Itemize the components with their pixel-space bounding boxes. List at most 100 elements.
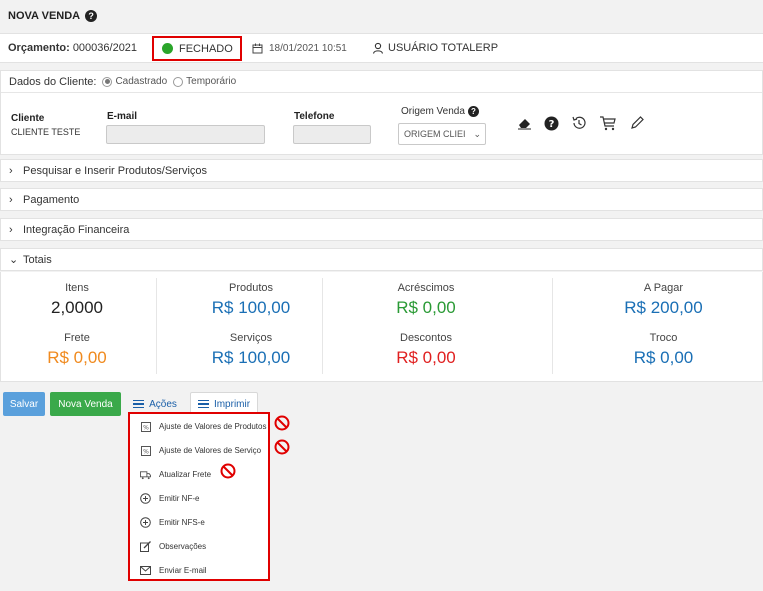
section-pagamento[interactable]: › Pagamento xyxy=(0,188,763,211)
prohibited-icon xyxy=(274,415,290,431)
divider xyxy=(322,278,323,374)
radio-temporario[interactable]: Temporário xyxy=(173,76,236,87)
prohibited-icon xyxy=(220,463,236,479)
orcamento-date: 18/01/2021 10:51 xyxy=(252,43,347,54)
orcamento-bar: Orçamento: 000036/2021 FECHADO 18/01/202… xyxy=(0,33,763,63)
date-text: 18/01/2021 10:51 xyxy=(269,43,347,54)
origem-venda-select[interactable]: ORIGEM CLIEI ⌄ xyxy=(398,123,486,145)
total-frete: Frete R$ 0,00 xyxy=(29,332,125,368)
chevron-right-icon: › xyxy=(9,223,13,236)
menu-item-label: Emitir NFS-e xyxy=(159,518,205,527)
help-icon[interactable]: ? xyxy=(85,10,98,22)
radio-cadastrado[interactable]: Cadastrado xyxy=(102,76,167,87)
telefone-field[interactable] xyxy=(293,125,371,144)
origem-label: Origem Venda ? xyxy=(401,106,479,117)
client-section-label: Dados do Cliente: xyxy=(9,75,97,88)
svg-text:?: ? xyxy=(549,119,555,130)
total-a-pagar: A Pagar R$ 200,00 xyxy=(601,282,726,318)
chevron-down-icon: ⌄ xyxy=(473,129,481,139)
print-label: Imprimir xyxy=(213,398,251,410)
page-header: NOVA VENDA ? xyxy=(0,0,763,32)
section-label: Integração Financeira xyxy=(23,223,130,236)
total-value: R$ 200,00 xyxy=(624,298,703,317)
cliente-label: Cliente xyxy=(11,113,45,124)
menu-item-emitir-nfe[interactable]: Emitir NF-e xyxy=(140,493,199,504)
envelope-icon xyxy=(140,565,151,576)
total-value: R$ 0,00 xyxy=(633,348,694,367)
totals-panel: Itens 2,0000 Produtos R$ 100,00 Acréscim… xyxy=(0,272,763,382)
section-label: Pagamento xyxy=(23,193,80,206)
user-info: USUÁRIO TOTALERP xyxy=(372,42,498,54)
total-value: R$ 100,00 xyxy=(211,298,291,317)
section-totais[interactable]: ⌄ Totais xyxy=(0,248,763,271)
email-label: E-mail xyxy=(107,111,138,122)
menu-item-ajuste-servico[interactable]: % Ajuste de Valores de Serviço xyxy=(140,445,261,456)
status-badge: FECHADO xyxy=(152,36,242,61)
section-label: Totais xyxy=(23,253,52,266)
actions-label: Ações xyxy=(149,398,177,410)
svg-text:%: % xyxy=(143,448,149,455)
divider xyxy=(552,278,553,374)
help-circle-icon[interactable]: ? xyxy=(544,116,559,131)
radio-temporario-label: Temporário xyxy=(186,76,237,87)
total-servicos: Serviços R$ 100,00 xyxy=(196,332,306,368)
menu-icon xyxy=(133,399,145,409)
total-acrescimos: Acréscimos R$ 0,00 xyxy=(371,282,481,318)
total-label: Acréscimos xyxy=(397,282,455,294)
chevron-right-icon: › xyxy=(9,164,13,177)
calendar-icon xyxy=(252,43,263,54)
cliente-value[interactable]: CLIENTE TESTE xyxy=(11,127,80,137)
prohibited-icon xyxy=(274,439,290,455)
menu-item-ajuste-produtos[interactable]: % Ajuste de Valores de Produtos xyxy=(140,421,266,432)
new-sale-button[interactable]: Nova Venda xyxy=(50,392,121,416)
total-label: Itens xyxy=(65,282,89,294)
section-integracao-financeira[interactable]: › Integração Financeira xyxy=(0,218,763,241)
total-label: Troco xyxy=(649,332,678,344)
section-pesquisar-produtos[interactable]: › Pesquisar e Inserir Produtos/Serviços xyxy=(0,159,763,182)
cart-icon[interactable] xyxy=(599,115,617,131)
menu-item-atualizar-frete[interactable]: Atualizar Frete xyxy=(140,469,211,480)
edit-icon xyxy=(140,541,151,552)
total-value: R$ 0,00 xyxy=(396,298,456,317)
total-value: R$ 0,00 xyxy=(396,348,456,367)
total-label: Descontos xyxy=(400,332,452,344)
menu-item-label: Atualizar Frete xyxy=(159,470,212,479)
client-toolbar: ? xyxy=(517,115,645,131)
menu-icon xyxy=(197,399,209,409)
orcamento-label: Orçamento: xyxy=(8,42,70,54)
menu-item-emitir-nfse[interactable]: Emitir NFS-e xyxy=(140,517,205,528)
radio-unselected-icon xyxy=(173,76,184,87)
menu-item-label: Ajuste de Valores de Serviço xyxy=(159,446,262,455)
percent-icon: % xyxy=(140,421,151,432)
menu-item-label: Emitir NF-e xyxy=(159,494,200,503)
save-button[interactable]: Salvar xyxy=(3,392,45,416)
menu-item-label: Ajuste de Valores de Produtos xyxy=(159,422,267,431)
total-label: Produtos xyxy=(228,282,274,294)
email-field[interactable] xyxy=(106,125,265,144)
menu-item-label: Observações xyxy=(159,542,207,551)
radio-cadastrado-label: Cadastrado xyxy=(115,76,168,87)
eraser-icon[interactable] xyxy=(517,116,532,130)
status-dot-icon xyxy=(162,43,173,54)
chevron-right-icon: › xyxy=(9,193,13,206)
total-produtos: Produtos R$ 100,00 xyxy=(196,282,306,318)
total-value: R$ 100,00 xyxy=(211,348,291,367)
user-name: USUÁRIO TOTALERP xyxy=(388,42,499,54)
actions-dropdown: % Ajuste de Valores de Produtos % Ajuste… xyxy=(128,412,270,581)
percent-icon: % xyxy=(140,445,151,456)
menu-item-label: Enviar E-mail xyxy=(159,566,207,575)
pencil-icon[interactable] xyxy=(629,115,645,131)
help-icon[interactable]: ? xyxy=(467,106,479,117)
history-icon[interactable] xyxy=(571,115,587,131)
client-panel: Dados do Cliente: Cadastrado Temporário … xyxy=(0,70,763,155)
orcamento-number: 000036/2021 xyxy=(72,42,138,54)
page-title: NOVA VENDA xyxy=(8,10,81,22)
menu-item-observacoes[interactable]: Observações xyxy=(140,541,206,552)
menu-item-enviar-email[interactable]: Enviar E-mail xyxy=(140,565,207,576)
total-label: A Pagar xyxy=(643,282,684,294)
total-value: 2,0000 xyxy=(51,298,103,317)
divider xyxy=(156,278,157,374)
orcamento-info: Orçamento: 000036/2021 xyxy=(8,42,137,54)
chevron-down-icon: ⌄ xyxy=(9,254,19,266)
radio-selected-icon xyxy=(102,76,113,87)
